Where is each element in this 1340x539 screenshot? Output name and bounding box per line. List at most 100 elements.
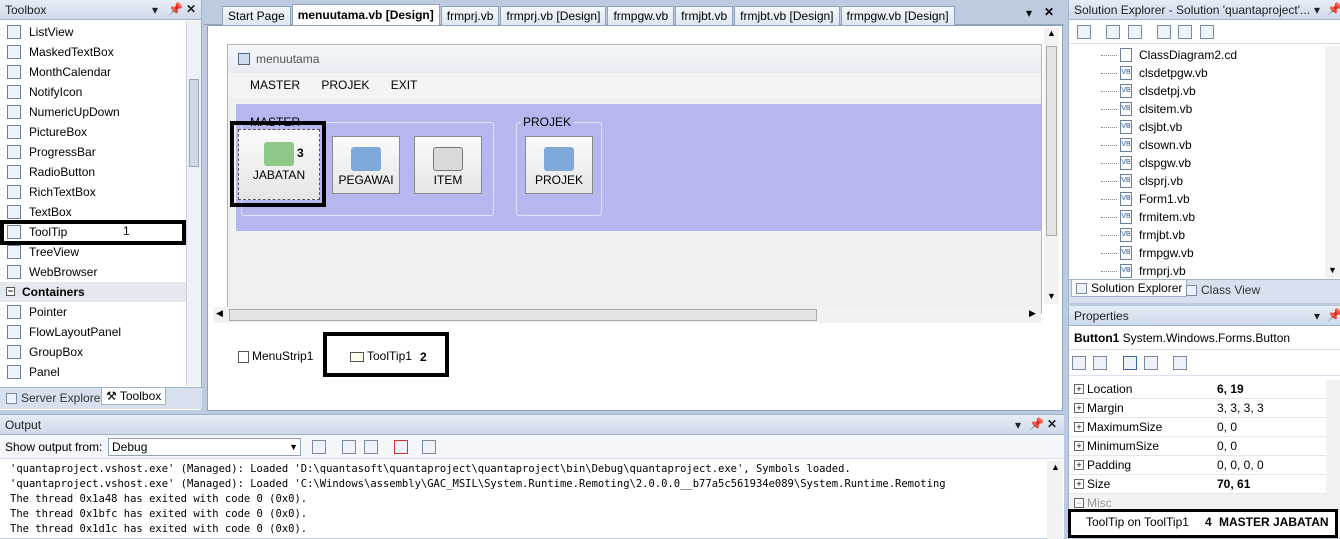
- toolbox-item-listview[interactable]: ListView: [0, 22, 186, 42]
- output-source-select[interactable]: Debug ▼: [108, 438, 301, 456]
- scroll-down-icon[interactable]: ▼: [1047, 291, 1056, 301]
- se-scrollbar[interactable]: ▼: [1325, 46, 1340, 278]
- output-close-icon[interactable]: ✕: [1047, 417, 1057, 431]
- property-pages-icon[interactable]: [1173, 355, 1188, 370]
- property-value[interactable]: 0, 0: [1217, 437, 1237, 456]
- tab-solution-explorer[interactable]: Solution Explorer: [1071, 280, 1188, 297]
- properties-view-icon[interactable]: [1122, 355, 1137, 370]
- expand-icon[interactable]: +: [1074, 422, 1084, 432]
- toolbox-item-radiobutton[interactable]: RadioButton: [0, 162, 186, 182]
- toolbox-item-textbox[interactable]: TextBox: [0, 202, 186, 222]
- toolbox-scrollbar[interactable]: [186, 21, 201, 386]
- tab-frmprj-vb[interactable]: frmprj.vb: [440, 6, 500, 25]
- solution-file-item[interactable]: VB clsitem.vb: [1069, 100, 1324, 118]
- toolbox-item-webbrowser[interactable]: WebBrowser: [0, 262, 186, 282]
- solution-file-item[interactable]: VB frmitem.vb: [1069, 208, 1324, 226]
- output-text[interactable]: 'quantaproject.vshost.exe' (Managed): Lo…: [0, 462, 1046, 537]
- property-row-minimumsize[interactable]: + MinimumSize 0, 0: [1069, 437, 1326, 456]
- output-pin-icon[interactable]: 📌: [1029, 417, 1044, 431]
- solution-file-item[interactable]: VB clsprj.vb: [1069, 172, 1324, 190]
- property-row-size[interactable]: + Size 70, 61: [1069, 475, 1326, 494]
- se-scroll-down-icon[interactable]: ▼: [1328, 265, 1337, 275]
- property-value[interactable]: 3, 3, 3, 3: [1217, 399, 1264, 418]
- props-pin-icon[interactable]: 📌: [1327, 308, 1340, 322]
- pin-icon[interactable]: 📌: [168, 2, 183, 16]
- categorized-icon[interactable]: [1072, 355, 1086, 370]
- collapse-icon[interactable]: −: [6, 287, 15, 296]
- property-value[interactable]: 0, 0, 0, 0: [1217, 456, 1264, 475]
- toolbox-item-panel[interactable]: Panel: [0, 362, 186, 382]
- toolbox-item-progressbar[interactable]: ProgressBar: [0, 142, 186, 162]
- toolbox-item-picturebox[interactable]: PictureBox: [0, 122, 186, 142]
- solution-file-item[interactable]: VB frmpgw.vb: [1069, 244, 1324, 262]
- find-message-icon[interactable]: [312, 440, 326, 454]
- se-dropdown-icon[interactable]: ▾: [1314, 3, 1320, 17]
- solution-file-item[interactable]: VB frmjbt.vb: [1069, 226, 1324, 244]
- close-icon[interactable]: ✕: [186, 2, 196, 16]
- projek-button[interactable]: PROJEK: [525, 136, 593, 194]
- go-previous-icon[interactable]: [342, 440, 356, 454]
- tab-list-icon[interactable]: ▾: [1026, 6, 1032, 20]
- toolbox-group-containers[interactable]: − Containers: [0, 282, 186, 302]
- tab-server-explorer[interactable]: Server Explorer: [2, 390, 108, 406]
- view-class-diagram-icon[interactable]: [1199, 24, 1214, 39]
- collapse-icon[interactable]: −: [1074, 498, 1084, 508]
- tab-menuutama-vb-design[interactable]: menuutama.vb [Design]: [291, 4, 440, 25]
- alphabetical-icon[interactable]: [1093, 355, 1108, 370]
- close-document-icon[interactable]: ✕: [1044, 5, 1054, 19]
- tab-frmpgw-vb-design[interactable]: frmpgw.vb [Design]: [840, 6, 955, 25]
- designer-vscrollbar[interactable]: ▲ ▼: [1044, 28, 1059, 304]
- toolbox-item-numericupdown[interactable]: NumericUpDown: [0, 102, 186, 122]
- tab-start-page[interactable]: Start Page: [222, 6, 291, 25]
- scroll-up-icon[interactable]: ▲: [1047, 28, 1056, 38]
- output-dropdown-icon[interactable]: ▾: [1015, 418, 1021, 432]
- solution-file-item[interactable]: ClassDiagram2.cd: [1069, 46, 1324, 64]
- expand-icon[interactable]: +: [1074, 403, 1084, 413]
- solution-file-item[interactable]: VB clsjbt.vb: [1069, 118, 1324, 136]
- scroll-thumb[interactable]: [189, 79, 199, 167]
- expand-icon[interactable]: +: [1074, 441, 1084, 451]
- tab-frmpgw-vb[interactable]: frmpgw.vb: [607, 6, 675, 25]
- solution-file-item[interactable]: VB clsdetpgw.vb: [1069, 64, 1324, 82]
- property-value[interactable]: 6, 19: [1217, 380, 1244, 399]
- menu-exit[interactable]: EXIT: [391, 78, 418, 92]
- expand-icon[interactable]: +: [1074, 384, 1084, 394]
- word-wrap-icon[interactable]: [422, 440, 436, 454]
- scroll-left-icon[interactable]: ◀: [216, 308, 223, 319]
- view-designer-icon[interactable]: [1178, 24, 1193, 39]
- vscroll-thumb[interactable]: [1046, 46, 1057, 236]
- output-scrollbar[interactable]: ▲: [1047, 461, 1063, 539]
- property-row-location[interactable]: + Location 6, 19: [1069, 380, 1326, 399]
- toolbox-item-monthcalendar[interactable]: MonthCalendar: [0, 62, 186, 82]
- props-dropdown-icon[interactable]: ▾: [1314, 309, 1320, 323]
- clear-all-icon[interactable]: [394, 440, 408, 454]
- expand-icon[interactable]: +: [1074, 460, 1084, 470]
- properties-icon[interactable]: [1077, 24, 1091, 39]
- view-code-icon[interactable]: [1157, 24, 1172, 39]
- solution-file-item[interactable]: VB clspgw.vb: [1069, 154, 1324, 172]
- solution-file-item[interactable]: VB clsdetpj.vb: [1069, 82, 1324, 100]
- toolbox-item-groupbox[interactable]: GroupBox: [0, 342, 186, 362]
- dropdown-icon[interactable]: ▾: [152, 3, 158, 17]
- item-button[interactable]: ITEM: [414, 136, 482, 194]
- property-row-padding[interactable]: + Padding 0, 0, 0, 0: [1069, 456, 1326, 475]
- toolbox-item-treeview[interactable]: TreeView: [0, 242, 186, 262]
- object-selector[interactable]: Button1 System.Windows.Forms.Button: [1069, 326, 1340, 350]
- show-all-files-icon[interactable]: [1106, 24, 1121, 39]
- property-value[interactable]: 70, 61: [1217, 475, 1250, 494]
- hscroll-thumb[interactable]: [229, 309, 817, 321]
- pegawai-button[interactable]: PEGAWAI: [332, 136, 400, 194]
- solution-file-item[interactable]: VB Form1.vb: [1069, 190, 1324, 208]
- tray-menustrip[interactable]: MenuStrip1: [238, 349, 313, 363]
- toolbox-item-richtextbox[interactable]: RichTextBox: [0, 182, 186, 202]
- tab-toolbox[interactable]: ⚒ Toolbox: [101, 388, 167, 405]
- solution-file-item[interactable]: VB clsown.vb: [1069, 136, 1324, 154]
- events-icon[interactable]: [1144, 355, 1159, 370]
- tab-frmprj-vb-design[interactable]: frmprj.vb [Design]: [500, 6, 607, 25]
- tab-frmjbt-vb-design[interactable]: frmjbt.vb [Design]: [734, 6, 840, 25]
- menu-master[interactable]: MASTER: [250, 78, 300, 92]
- expand-icon[interactable]: +: [1074, 479, 1084, 489]
- toolbox-item-flowlayoutpanel[interactable]: FlowLayoutPanel: [0, 322, 186, 342]
- toolbox-item-maskedtextbox[interactable]: MaskedTextBox: [0, 42, 186, 62]
- property-row-maximumsize[interactable]: + MaximumSize 0, 0: [1069, 418, 1326, 437]
